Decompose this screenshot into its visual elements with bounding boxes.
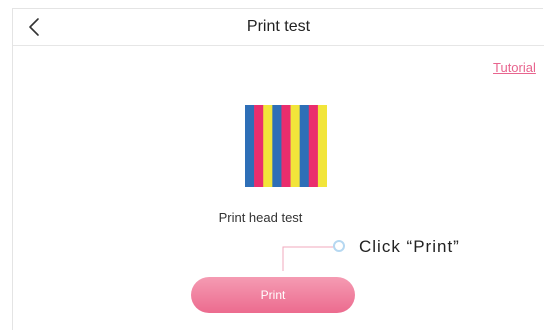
test-stripe	[254, 105, 264, 187]
test-stripe	[308, 105, 319, 187]
test-stripe	[299, 105, 310, 187]
test-stripe	[272, 105, 282, 187]
test-stripe	[281, 105, 291, 187]
page-title: Print test	[246, 18, 311, 35]
test-stripe	[245, 105, 255, 187]
print-head-test-label: Print head test	[218, 210, 303, 225]
callout-marker	[333, 240, 345, 252]
print-button[interactable]: Print	[191, 277, 355, 313]
print-head-test-pattern	[245, 105, 327, 187]
test-stripe	[317, 105, 327, 187]
callout-connector	[282, 246, 334, 271]
callout-instruction: Click “Print”	[359, 237, 460, 256]
test-stripe	[290, 105, 300, 187]
tutorial-link[interactable]: Tutorial	[493, 60, 536, 75]
test-stripe	[263, 105, 273, 187]
header-bar: Print test	[13, 9, 544, 46]
